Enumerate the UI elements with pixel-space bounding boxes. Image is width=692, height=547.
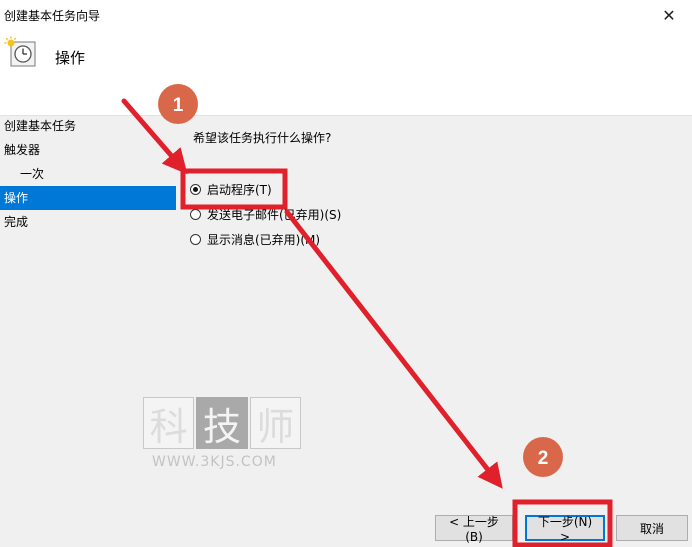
option-send-email[interactable]: 发送电子邮件(已弃用)(S) [190,204,341,224]
radio-start-program[interactable] [190,183,201,195]
sidebar-item-once[interactable]: 一次 [0,162,176,186]
step-badge-2 [523,437,563,477]
option-show-message-label: 显示消息(已弃用)(M) [207,232,321,247]
cancel-button[interactable]: 取消 [616,515,688,541]
sidebar-item-action[interactable]: 操作 [0,186,176,210]
option-start-program[interactable]: 启动程序(T) [190,179,272,199]
back-button[interactable]: < 上一步(B) [435,515,513,544]
option-start-program-label: 启动程序(T) [207,182,272,197]
radio-send-email[interactable] [190,208,201,220]
watermark-char: 师 [249,397,301,449]
next-button[interactable]: 下一步(N) > [525,515,605,544]
wizard-header: 创建基本任务向导 ✕ 操作 [0,0,692,116]
task-clock-icon [4,36,38,70]
sidebar-item-create-task[interactable]: 创建基本任务 [0,114,176,138]
arrow-to-next-button [284,209,503,489]
close-icon: ✕ [662,5,676,25]
close-button[interactable]: ✕ [646,0,692,30]
watermark-url: WWW.3KJS.COM [152,454,277,470]
watermark-char: 技 [196,397,248,449]
step-badge-2-label: 2 [538,448,549,469]
watermark: 科 技 师 WWW.3KJS.COM [143,397,303,470]
window-title: 创建基本任务向导 [4,9,101,23]
watermark-char: 科 [143,397,195,449]
radio-show-message[interactable] [190,233,201,245]
sidebar-item-trigger[interactable]: 触发器 [0,138,176,162]
sidebar-item-finish[interactable]: 完成 [0,210,176,234]
wizard-steps-sidebar: 创建基本任务 触发器 一次 操作 完成 [0,114,176,234]
section-title: 操作 [55,49,86,67]
option-show-message[interactable]: 显示消息(已弃用)(M) [190,229,320,249]
option-send-email-label: 发送电子邮件(已弃用)(S) [207,207,342,222]
action-question: 希望该任务执行什么操作? [193,131,332,145]
